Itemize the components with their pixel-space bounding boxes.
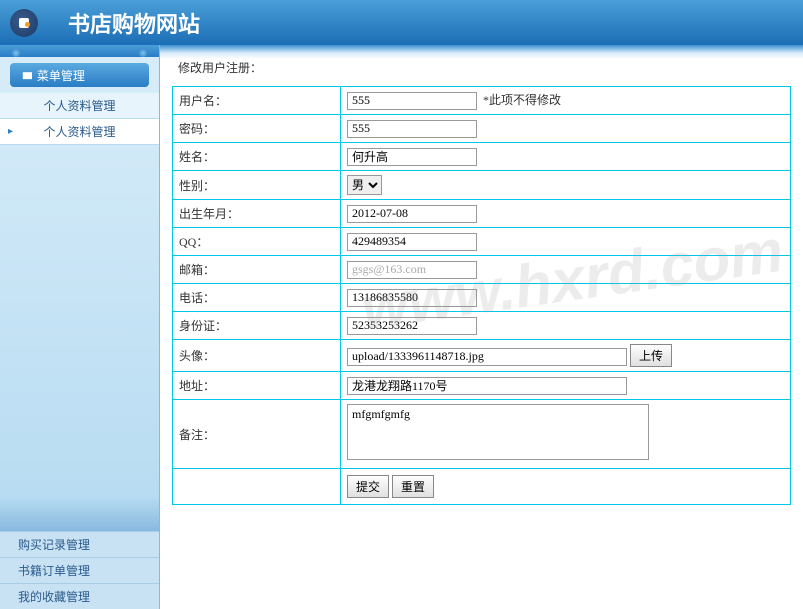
upload-button[interactable]: 上传 [630,344,672,367]
label-id: 身份证： [173,312,341,340]
reset-button[interactable]: 重置 [392,475,434,498]
birth-input[interactable] [347,205,477,223]
submit-button[interactable]: 提交 [347,475,389,498]
sidebar-item-orders[interactable]: 书籍订单管理 [0,557,159,583]
sidebar-item-favorites[interactable]: 我的收藏管理 [0,583,159,609]
logo-icon [10,9,38,37]
password-input[interactable] [347,120,477,138]
sidebar-item-profile2[interactable]: 个人资料管理 [0,119,159,145]
menu-header-label: 菜单管理 [37,67,85,84]
app-header: 书店购物网站 [0,0,803,45]
username-note: *此项不得修改 [483,93,561,107]
site-title: 书店购物网站 [68,7,200,39]
label-email: 邮箱： [173,256,341,284]
label-username: 用户名： [173,87,341,115]
sidebar-item-purchase[interactable]: 购买记录管理 [0,531,159,557]
label-gender: 性别： [173,171,341,200]
qq-input[interactable] [347,233,477,251]
sidebar-bottom: 购买记录管理 书籍订单管理 我的收藏管理 [0,531,159,609]
label-name: 姓名： [173,143,341,171]
sidebar-item-profile1[interactable]: 个人资料管理 [0,93,159,119]
username-input[interactable] [347,92,477,110]
id-input[interactable] [347,317,477,335]
phone-input[interactable] [347,289,477,307]
label-qq: QQ： [173,228,341,256]
form-table: 用户名： *此项不得修改 密码： 姓名： 性别： 男 出生年月： QQ： 邮箱：… [172,86,791,505]
email-input[interactable] [347,261,477,279]
label-password: 密码： [173,115,341,143]
label-phone: 电话： [173,284,341,312]
sidebar: ▮▮▮ 菜单管理 个人资料管理 个人资料管理 购买记录管理 书籍订单管理 我的收… [0,45,160,609]
name-input[interactable] [347,148,477,166]
label-birth: 出生年月： [173,200,341,228]
label-avatar: 头像： [173,340,341,372]
label-remark: 备注： [173,400,341,469]
label-address: 地址： [173,372,341,400]
gender-select[interactable]: 男 [347,175,382,195]
sidebar-decoration [0,45,159,57]
content-area: www.hxrd.com 修改用户注册： 用户名： *此项不得修改 密码： 姓名… [160,45,803,609]
remark-textarea[interactable]: mfgmfgmfg [347,404,649,460]
address-input[interactable] [347,377,627,395]
form-title: 修改用户注册： [178,59,791,76]
menu-icon: ▮▮▮ [22,70,31,81]
menu-header[interactable]: ▮▮▮ 菜单管理 [10,63,149,87]
avatar-input[interactable] [347,348,627,366]
